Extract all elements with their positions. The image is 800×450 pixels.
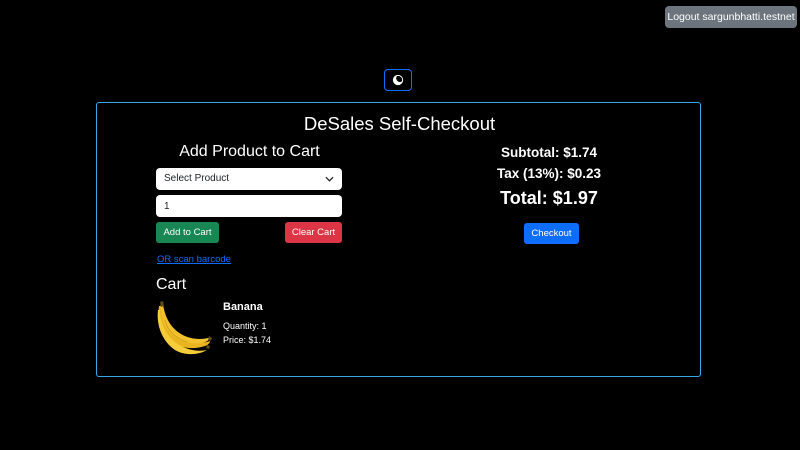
tax-text: Tax (13%): $0.23 bbox=[496, 166, 602, 181]
page-title: DeSales Self-Checkout bbox=[303, 113, 496, 134]
chevron-down-icon bbox=[325, 176, 334, 182]
banana-image bbox=[157, 301, 212, 355]
subtotal-text: Subtotal: $1.74 bbox=[500, 145, 598, 160]
cart-item-price: Price: $1.74 bbox=[223, 335, 272, 345]
moon-icon bbox=[392, 74, 404, 86]
add-to-cart-button[interactable]: Add to Cart bbox=[156, 222, 219, 243]
cart-heading: Cart bbox=[156, 276, 187, 293]
checkout-panel: DeSales Self-Checkout Add Product to Car… bbox=[96, 102, 701, 377]
quantity-input[interactable] bbox=[156, 195, 342, 217]
cart-item-quantity: Quantity: 1 bbox=[223, 321, 267, 331]
checkout-button[interactable]: Checkout bbox=[524, 223, 579, 244]
theme-toggle-button[interactable] bbox=[384, 69, 412, 91]
total-text: Total: $1.97 bbox=[500, 188, 598, 208]
cart-item-image bbox=[155, 300, 213, 356]
clear-cart-button[interactable]: Clear Cart bbox=[285, 222, 342, 243]
cart-item-name: Banana bbox=[223, 301, 263, 313]
add-product-heading: Add Product to Cart bbox=[179, 143, 320, 160]
logout-button[interactable]: Logout sargunbhatti.testnet bbox=[665, 6, 797, 28]
product-select-value: Select Product bbox=[164, 173, 230, 184]
scan-barcode-link[interactable]: OR scan barcode bbox=[157, 254, 231, 265]
page: Logout sargunbhatti.testnet DeSales Self… bbox=[0, 0, 800, 450]
product-select[interactable]: Select Product bbox=[156, 168, 342, 190]
